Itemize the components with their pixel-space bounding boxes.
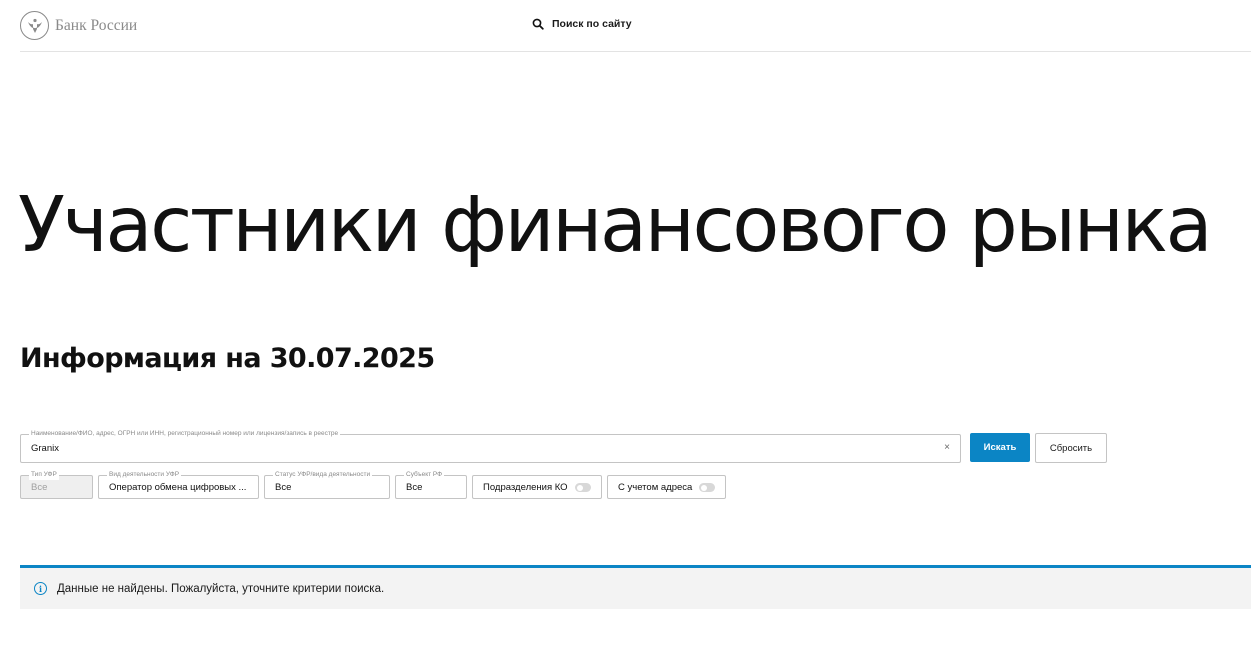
filter-type-value: Все bbox=[31, 482, 48, 493]
filter-type-select: Тип УФР Все bbox=[20, 470, 93, 499]
toggle-address-switch[interactable] bbox=[699, 483, 715, 492]
site-search-link[interactable]: Поиск по сайту bbox=[532, 18, 632, 30]
filter-status-legend: Статус УФР/вида деятельности bbox=[273, 470, 373, 480]
toggle-branches-label: Подразделения КО bbox=[483, 481, 568, 493]
filter-status-select[interactable]: Статус УФР/вида деятельности Все bbox=[264, 470, 390, 499]
search-query-value[interactable]: Granix bbox=[31, 443, 59, 454]
logo-text: Банк России bbox=[55, 16, 138, 34]
page-title: Участники финансового рынка bbox=[18, 181, 1213, 270]
filter-activity-value: Оператор обмена цифровых ... bbox=[109, 482, 247, 493]
toggle-address-label: С учетом адреса bbox=[618, 481, 693, 493]
filter-status-value: Все bbox=[275, 482, 292, 493]
filter-subject-select[interactable]: Субъект РФ Все bbox=[395, 470, 467, 499]
filter-subject-value: Все bbox=[406, 482, 423, 493]
search-link-label: Поиск по сайту bbox=[552, 18, 632, 30]
search-query-field[interactable]: Наименование/ФИО, адрес, ОГРН или ИНН, р… bbox=[20, 429, 961, 463]
filter-type-legend: Тип УФР bbox=[29, 470, 59, 480]
search-icon bbox=[532, 18, 544, 30]
filter-activity-select[interactable]: Вид деятельности УФР Оператор обмена циф… bbox=[98, 470, 259, 499]
site-header: Банк России Поиск по сайту bbox=[20, 0, 1251, 52]
filter-activity-legend: Вид деятельности УФР bbox=[107, 470, 182, 480]
reset-button[interactable]: Сбросить bbox=[1035, 433, 1107, 463]
toggle-address[interactable]: С учетом адреса bbox=[607, 475, 726, 499]
bank-emblem-icon bbox=[20, 11, 49, 40]
search-button[interactable]: Искать bbox=[970, 433, 1030, 462]
toggle-branches-switch[interactable] bbox=[575, 483, 591, 492]
search-query-legend: Наименование/ФИО, адрес, ОГРН или ИНН, р… bbox=[29, 429, 341, 439]
toggle-branches[interactable]: Подразделения КО bbox=[472, 475, 602, 499]
no-results-message: Данные не найдены. Пожалуйста, уточните … bbox=[57, 582, 385, 595]
clear-input-icon[interactable]: × bbox=[944, 442, 950, 453]
info-date-heading: Информация на 30.07.2025 bbox=[20, 343, 435, 374]
filter-subject-legend: Субъект РФ bbox=[404, 470, 445, 480]
bank-logo-link[interactable]: Банк России bbox=[20, 11, 137, 40]
no-results-notice: i Данные не найдены. Пожалуйста, уточнит… bbox=[20, 565, 1251, 609]
info-icon: i bbox=[34, 582, 47, 595]
